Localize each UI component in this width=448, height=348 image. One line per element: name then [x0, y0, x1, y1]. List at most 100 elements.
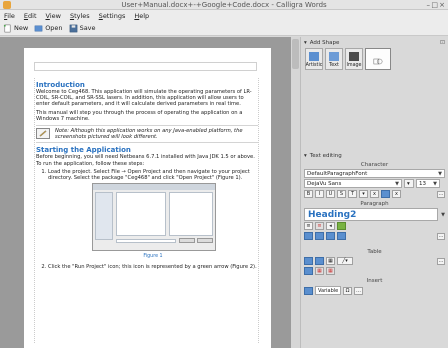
- shape-image[interactable]: Image: [345, 48, 363, 70]
- close-icon[interactable]: ×: [439, 1, 445, 9]
- insert-more-icon[interactable]: …: [354, 286, 363, 295]
- text-editing-collapse-icon[interactable]: ▾: [304, 153, 307, 159]
- font-size-select[interactable]: 13 ▼: [416, 179, 440, 188]
- artistic-shape-icon: [309, 52, 319, 61]
- shape-more[interactable]: [365, 48, 391, 70]
- bullet-list-icon[interactable]: ≡: [304, 222, 313, 230]
- text-editing-header[interactable]: ▾ Text editing: [301, 151, 448, 160]
- collapse-arrow-icon[interactable]: ▾: [304, 40, 307, 46]
- superscript-icon[interactable]: x: [370, 190, 379, 198]
- font-size-value: 13: [419, 181, 426, 187]
- character-section-label: Character: [360, 162, 389, 168]
- border-style-select[interactable]: ╱▾: [337, 257, 353, 265]
- more-shapes-icon: [373, 58, 383, 65]
- new-button[interactable]: New: [3, 24, 28, 33]
- insert-picture-icon[interactable]: [304, 286, 313, 295]
- variable-label: Variable: [318, 288, 339, 294]
- new-button-label: New: [14, 24, 29, 32]
- document-page[interactable]: Introduction Welcome to Ceg468. This app…: [24, 48, 271, 348]
- table-more-button[interactable]: …: [437, 257, 445, 265]
- font-size-dropdown-icon: ▼: [433, 181, 437, 187]
- shape-artistic[interactable]: Artistic: [305, 48, 323, 70]
- font-size-down-icon[interactable]: ▾: [404, 179, 414, 188]
- menu-file[interactable]: File: [4, 12, 15, 20]
- italic-icon[interactable]: I: [315, 190, 324, 198]
- document-canvas[interactable]: Introduction Welcome to Ceg468. This app…: [0, 37, 300, 348]
- save-button[interactable]: Save: [69, 24, 96, 33]
- menu-view[interactable]: View: [46, 12, 61, 20]
- insert-column-icon[interactable]: [304, 267, 313, 275]
- text-shape-icon: [329, 52, 339, 61]
- table-border-icon[interactable]: ▦: [326, 257, 335, 265]
- new-document-icon: [3, 24, 11, 32]
- open-folder-icon: [34, 25, 43, 31]
- special-character-icon[interactable]: Ω: [343, 286, 352, 295]
- list-row: ≡ ≡ ◂: [301, 221, 448, 231]
- table-row-2: ▦ ▦: [301, 266, 448, 276]
- insert-table-icon[interactable]: [304, 257, 313, 265]
- font-family-dropdown-icon: ▼: [395, 181, 399, 187]
- delete-column-icon[interactable]: ▦: [326, 267, 335, 275]
- align-right-icon[interactable]: [326, 232, 335, 240]
- figure-dialog-cancel-button: [197, 238, 213, 244]
- document-scrollbar-thumb[interactable]: [292, 39, 299, 69]
- document-scrollbar[interactable]: [291, 37, 300, 348]
- start-heading: Starting the Application: [36, 146, 131, 155]
- bold-icon[interactable]: B: [304, 190, 313, 198]
- save-icon: [69, 24, 77, 32]
- add-shape-close-icon[interactable]: ⊡: [440, 39, 445, 46]
- step-1-text: Load the project. Select File → Open Pro…: [48, 168, 250, 182]
- format-row: B I U S T ▾ x x …: [301, 189, 448, 199]
- highlight-icon[interactable]: ▾: [359, 190, 368, 198]
- note-box: Note: Although this application works on…: [36, 125, 258, 144]
- decrease-indent-icon[interactable]: ◂: [326, 222, 335, 230]
- menu-help[interactable]: Help: [134, 12, 149, 20]
- character-style-select[interactable]: DefaultParagraphFont ▼: [304, 169, 445, 178]
- paragraph-style-dropdown-icon[interactable]: ▼: [441, 212, 445, 218]
- open-button[interactable]: Open: [34, 24, 63, 33]
- shape-text[interactable]: Text: [325, 48, 343, 70]
- page-header-area[interactable]: [34, 62, 257, 71]
- font-family-value: DejaVu Sans: [307, 181, 342, 187]
- align-justify-icon[interactable]: [337, 232, 346, 240]
- align-left-icon[interactable]: [304, 232, 313, 240]
- window-title: User+Manual.docx+-+Google+Code.docx - Ca…: [121, 1, 327, 9]
- strikethrough-icon[interactable]: S: [337, 190, 346, 198]
- tool-docker: ▾ Add Shape ⊡ Artistic Text Image ▾ Text…: [300, 37, 448, 348]
- note-pencil-icon: [36, 128, 50, 140]
- text-background-icon[interactable]: [381, 190, 390, 198]
- variable-select[interactable]: Variable: [315, 286, 341, 295]
- numbered-list-icon[interactable]: ≡: [315, 222, 324, 230]
- paragraph-style-select[interactable]: Heading2: [304, 208, 439, 221]
- maximize-icon[interactable]: □: [431, 1, 438, 9]
- add-shape-title: Add Shape: [309, 39, 340, 46]
- shape-palette: Artistic Text Image: [301, 47, 448, 71]
- delete-row-icon[interactable]: ▦: [315, 267, 324, 275]
- font-row: DejaVu Sans ▼ ▾ 13 ▼: [301, 178, 448, 189]
- character-more-button[interactable]: …: [437, 190, 445, 198]
- intro-heading: Introduction: [36, 81, 85, 89]
- text-color-icon[interactable]: T: [348, 190, 357, 198]
- menu-edit[interactable]: Edit: [24, 12, 37, 20]
- open-button-label: Open: [45, 24, 63, 32]
- start-paragraph: Before beginning, you will need Netbeans…: [36, 154, 255, 167]
- save-button-label: Save: [79, 24, 96, 32]
- increase-indent-icon[interactable]: [337, 222, 346, 230]
- shape-image-label: Image: [346, 63, 362, 68]
- add-shape-header[interactable]: ▾ Add Shape ⊡: [301, 38, 448, 47]
- font-family-select[interactable]: DejaVu Sans ▼: [304, 179, 402, 188]
- insert-section-label: Insert: [366, 278, 383, 284]
- page-content[interactable]: Introduction Welcome to Ceg468. This app…: [36, 81, 258, 273]
- step-2-text: Click the "Run Project" icon; this icon …: [48, 264, 257, 271]
- minimize-icon[interactable]: –: [427, 1, 431, 9]
- paragraph-style-value: Heading2: [308, 210, 357, 220]
- align-center-icon[interactable]: [315, 232, 324, 240]
- insert-row-icon[interactable]: [315, 257, 324, 265]
- underline-icon[interactable]: U: [326, 190, 335, 198]
- paragraph-section-label: Paragraph: [360, 201, 389, 207]
- menu-styles[interactable]: Styles: [70, 12, 90, 20]
- intro-paragraph-1: Welcome to Ceg468. This application will…: [36, 89, 252, 108]
- subscript-icon[interactable]: x: [392, 190, 401, 198]
- paragraph-more-button[interactable]: …: [437, 232, 445, 240]
- menu-settings[interactable]: Settings: [99, 12, 126, 20]
